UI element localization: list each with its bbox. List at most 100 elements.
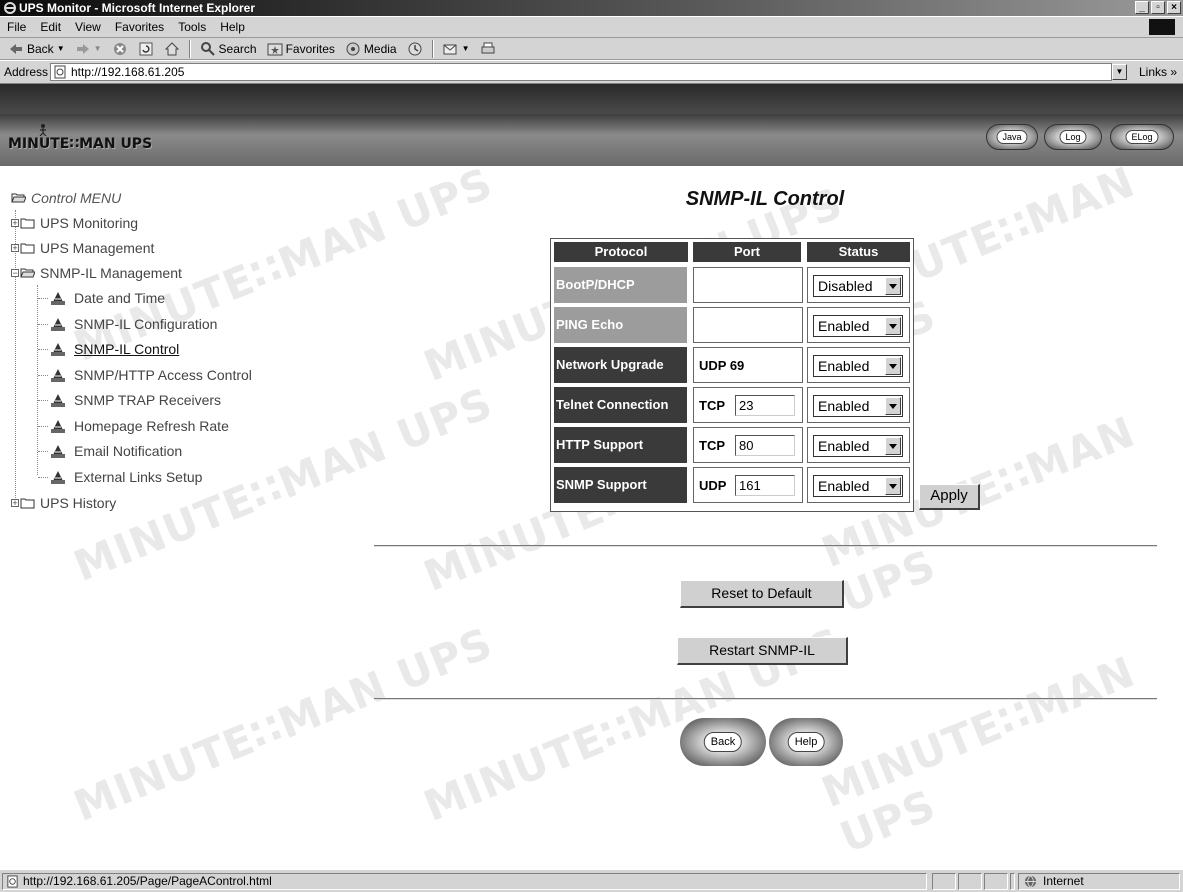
chevron-down-icon[interactable] [885,357,901,375]
tree-item-label: Email Notification [74,443,183,459]
status-pane [932,873,956,890]
favorites-icon [267,43,283,55]
media-label: Media [363,41,397,56]
address-label: Address [4,65,49,79]
status-cell: Enabled [807,467,910,503]
back-oval-button[interactable]: Back [680,718,766,766]
zone-label: Internet [1043,874,1084,888]
status-cell: Enabled [807,347,910,383]
chevron-down-icon: ▼ [56,44,65,53]
forward-button[interactable]: ▼ [71,39,106,59]
back-button[interactable]: Back ▼ [4,39,69,59]
home-button[interactable] [160,39,184,59]
tree-item-email-notification[interactable]: Email Notification [49,443,182,459]
print-button[interactable] [476,39,500,59]
tree-folder-ups-monitoring[interactable]: + UPS Monitoring [11,215,138,231]
telnet-port-input[interactable] [735,395,795,416]
expand-icon[interactable]: + [11,244,19,253]
restart-snmp-il-button[interactable]: Restart SNMP-IL [677,637,848,665]
stop-button[interactable] [108,39,132,59]
print-icon [481,42,495,53]
java-button[interactable]: Java [986,124,1038,150]
tree-item-snmp-http-access-control[interactable]: SNMP/HTTP Access Control [49,367,252,383]
help-oval-button[interactable]: Help [769,718,843,766]
close-button[interactable]: × [1167,1,1181,14]
menu-view[interactable]: View [68,20,108,34]
media-button[interactable]: Media [341,39,401,59]
tree-root[interactable]: Control MENU [11,190,121,206]
status-select[interactable]: Enabled [813,395,903,417]
window-title: UPS Monitor - Microsoft Internet Explore… [19,1,256,15]
tree-line [37,285,38,475]
http-port-input[interactable] [735,435,795,456]
ups-device-icon [51,471,65,484]
media-icon [346,42,360,55]
log-label: Log [1059,130,1087,144]
tree-folder-label: UPS History [40,495,117,511]
header-status: Status [807,242,910,262]
address-dropdown-button[interactable]: ▼ [1112,64,1127,80]
history-button[interactable] [403,39,427,59]
expand-icon[interactable]: + [11,219,19,228]
chevron-down-icon[interactable] [885,277,901,295]
chevron-down-icon[interactable] [885,477,901,495]
expand-icon[interactable]: + [11,499,19,508]
status-select[interactable]: Enabled [813,355,903,377]
minimize-button[interactable]: _ [1135,1,1149,14]
open-folder-icon [20,268,35,278]
tree-item-date-and-time[interactable]: Date and Time [49,290,165,306]
chevron-down-icon[interactable] [885,437,901,455]
tree-item-external-links-setup[interactable]: External Links Setup [49,469,202,485]
address-input[interactable]: http://192.168.61.205 [50,63,1112,81]
tree-line [38,349,48,350]
tree-folder-ups-management[interactable]: + UPS Management [11,240,154,256]
chevron-down-icon[interactable] [885,397,901,415]
menu-tools[interactable]: Tools [171,20,213,34]
favorites-button[interactable]: Favorites [263,39,339,59]
menu-help[interactable]: Help [213,20,252,34]
page-title: SNMP-IL Control [685,188,845,210]
tree-folder-snmp-il-management[interactable]: − SNMP-IL Management [11,265,182,281]
menu-favorites[interactable]: Favorites [108,20,171,34]
status-url: http://192.168.61.205/Page/PageAControl.… [23,874,272,888]
tree-item-snmp-il-configuration[interactable]: SNMP-IL Configuration [49,316,217,332]
collapse-icon[interactable]: − [11,269,19,278]
window-titlebar: UPS Monitor - Microsoft Internet Explore… [0,0,1183,16]
status-cell: Enabled [807,427,910,463]
elog-button[interactable]: ELog [1110,124,1174,150]
links-button[interactable]: Links » [1139,65,1177,79]
elog-label: ELog [1125,130,1159,144]
mail-button[interactable]: ▼ [439,39,474,59]
port-label: UDP 69 [699,358,745,373]
tree-item-snmp-il-control[interactable]: SNMP-IL Control [49,341,179,357]
divider [374,698,1157,700]
status-select[interactable]: Disabled [813,275,903,297]
apply-button[interactable]: Apply [919,484,980,510]
status-select[interactable]: Enabled [813,435,903,457]
tree-line [38,324,48,325]
log-button[interactable]: Log [1044,124,1102,150]
ups-device-icon [51,343,65,356]
tree-item-label: External Links Setup [74,469,203,485]
refresh-button[interactable] [134,39,158,59]
stop-icon [113,42,126,55]
snmp-port-input[interactable] [735,475,795,496]
mail-icon [443,44,457,54]
status-select[interactable]: Enabled [813,475,903,497]
maximize-button[interactable]: ▫ [1151,1,1165,14]
tree-item-homepage-refresh-rate[interactable]: Homepage Refresh Rate [49,418,229,434]
tree-item-snmp-trap-receivers[interactable]: SNMP TRAP Receivers [49,392,221,408]
chevron-down-icon[interactable] [885,317,901,335]
open-folder-icon [11,193,26,203]
reset-to-default-button[interactable]: Reset to Default [680,580,844,608]
tree-folder-ups-history[interactable]: + UPS History [11,495,116,511]
status-pane [958,873,982,890]
tree-item-label: Homepage Refresh Rate [74,418,229,434]
menu-file[interactable]: File [0,20,33,34]
menu-edit[interactable]: Edit [33,20,68,34]
search-button[interactable]: Search [196,39,261,59]
address-url: http://192.168.61.205 [71,65,185,79]
folder-icon [20,498,35,509]
status-select[interactable]: Enabled [813,315,903,337]
status-cell: Disabled [807,267,910,303]
